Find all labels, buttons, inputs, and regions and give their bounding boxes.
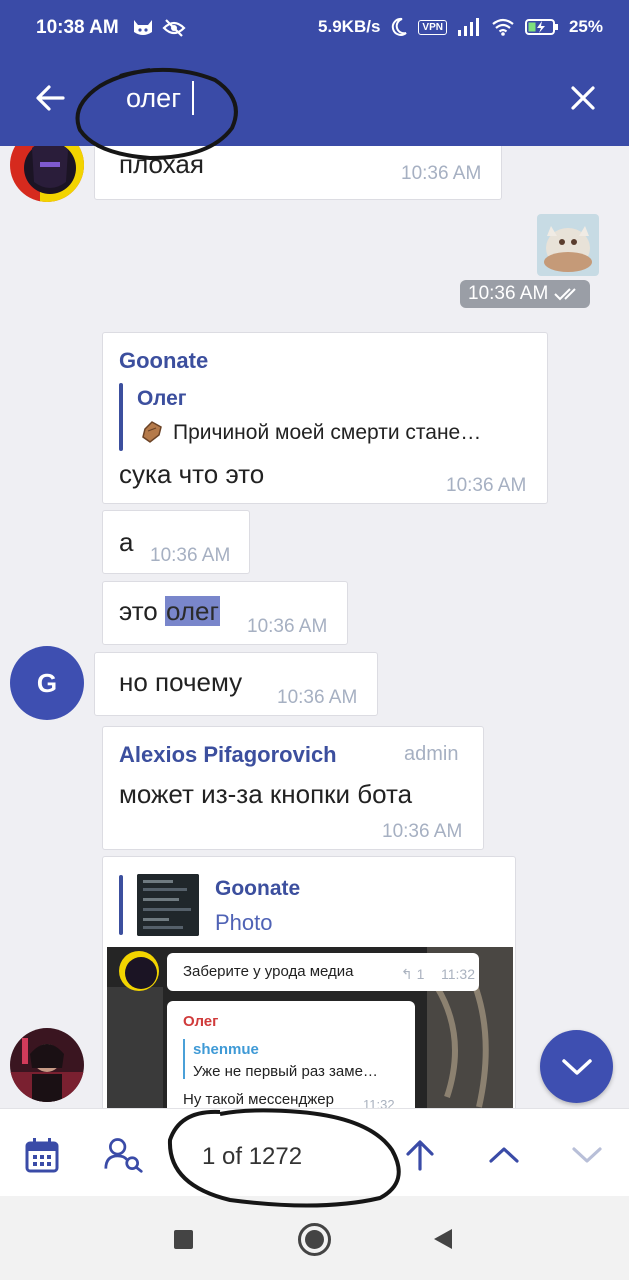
status-time: 10:38 AM (36, 17, 119, 38)
message-bubble[interactable]: но почему 10:36 AM (94, 652, 378, 716)
photo-inner-bubble: Олег shenmue Уже не первый раз заме… Ну … (167, 1001, 415, 1108)
photo-inner-bubble: Заберите у урода медиа ↰ 1 11:32 (167, 953, 479, 991)
next-result-button[interactable] (567, 1135, 607, 1175)
message-bubble[interactable]: Alexios Pifagorovich admin может из-за к… (102, 726, 484, 850)
message-text: а (119, 527, 134, 557)
message-time: 10:36 AM (247, 616, 328, 637)
chevron-down-icon (572, 1147, 602, 1163)
back-triangle-icon[interactable] (432, 1227, 454, 1251)
signal-icon (457, 18, 479, 36)
avatar[interactable] (10, 1028, 84, 1102)
message-text: сука что это (119, 459, 265, 489)
close-icon (571, 86, 595, 110)
wifi-icon (492, 18, 514, 36)
message-time: 10:36 AM (150, 545, 231, 566)
search-by-user-button[interactable] (104, 1135, 144, 1175)
reply-bar (119, 383, 123, 451)
admin-badge: admin (404, 743, 459, 765)
double-check-icon (554, 288, 576, 301)
message-text: это олег (119, 596, 221, 626)
photo-attachment[interactable]: Заберите у урода медиа ↰ 1 11:32 Олег sh… (107, 947, 513, 1108)
message-bubble[interactable]: это олег 10:36 AM (102, 581, 348, 645)
search-navigation-bar: 1 of 1272 (0, 1108, 629, 1196)
close-search-button[interactable] (563, 78, 603, 118)
moon-icon (392, 17, 408, 36)
battery-charging-icon (524, 19, 558, 35)
message-bubble[interactable]: Goonate Photo Заберите у урода медиа ↰ 1… (102, 856, 516, 1108)
previous-result-button[interactable] (484, 1135, 524, 1175)
recents-button[interactable] (174, 1230, 193, 1249)
coffin-icon (142, 421, 162, 443)
message-bubble[interactable]: а 10:36 AM (102, 510, 250, 574)
search-input[interactable] (126, 80, 546, 116)
chevron-down-icon (561, 1058, 592, 1075)
search-result-count: 1 of 1272 (202, 1143, 303, 1170)
message-time: 10:36 AM (446, 475, 527, 496)
chevron-up-icon (489, 1147, 519, 1163)
reply-thumbnail (137, 874, 199, 936)
message-time: 10:36 AM (277, 687, 358, 708)
cat-app-icon (134, 20, 152, 35)
status-bar: 10:38 AM 5.9KB/s VPN 25% (0, 0, 629, 48)
arrow-left-icon (36, 85, 65, 111)
back-button[interactable] (30, 78, 70, 118)
message-text: может из-за кнопки бота (119, 779, 413, 809)
calendar-icon (25, 1138, 59, 1173)
message-time: 10:36 AM (468, 283, 549, 304)
message-text: плохая (119, 149, 204, 179)
message-time: 10:36 AM (382, 821, 463, 842)
search-toolbar (0, 48, 629, 146)
arrow-up-icon (406, 1140, 434, 1171)
search-highlight: олег (165, 596, 221, 626)
avatar[interactable] (10, 146, 84, 202)
calendar-button[interactable] (22, 1135, 62, 1175)
system-navigation-bar (0, 1196, 629, 1280)
sender-name[interactable]: Alexios Pifagorovich (119, 742, 337, 768)
user-search-icon (104, 1138, 143, 1173)
chat-area[interactable]: плохая 10:36 AM 10:36 AM Goonate Олег Пр… (0, 146, 629, 1108)
jump-to-first-button[interactable] (400, 1135, 440, 1175)
message-bubble[interactable]: Goonate Олег Причиной моей смерти стане…… (102, 332, 548, 504)
message-time: 10:36 AM (401, 163, 482, 184)
message-bubble[interactable]: плохая 10:36 AM (94, 146, 502, 200)
message-text: но почему (119, 667, 243, 697)
scroll-down-button[interactable] (540, 1030, 613, 1103)
vpn-badge: VPN (418, 19, 447, 35)
eye-off-icon (162, 19, 186, 37)
network-speed: 5.9KB/s (318, 17, 381, 36)
sender-name[interactable]: Goonate (119, 348, 208, 374)
avatar[interactable]: G (10, 646, 84, 720)
reply-count: ↰ 1 (401, 966, 425, 982)
text-caret (192, 81, 194, 115)
reply-bar (119, 875, 123, 935)
reply-text: Причиной моей смерти стане… (173, 421, 482, 444)
battery-level: 25% (568, 17, 603, 36)
reply-name: Goonate (215, 877, 301, 900)
sticker-time-badge: 10:36 AM (460, 280, 591, 308)
reply-name: Олег (137, 387, 187, 410)
reply-media-type: Photo (215, 910, 273, 935)
sticker[interactable] (537, 214, 599, 276)
home-button[interactable] (298, 1223, 331, 1256)
